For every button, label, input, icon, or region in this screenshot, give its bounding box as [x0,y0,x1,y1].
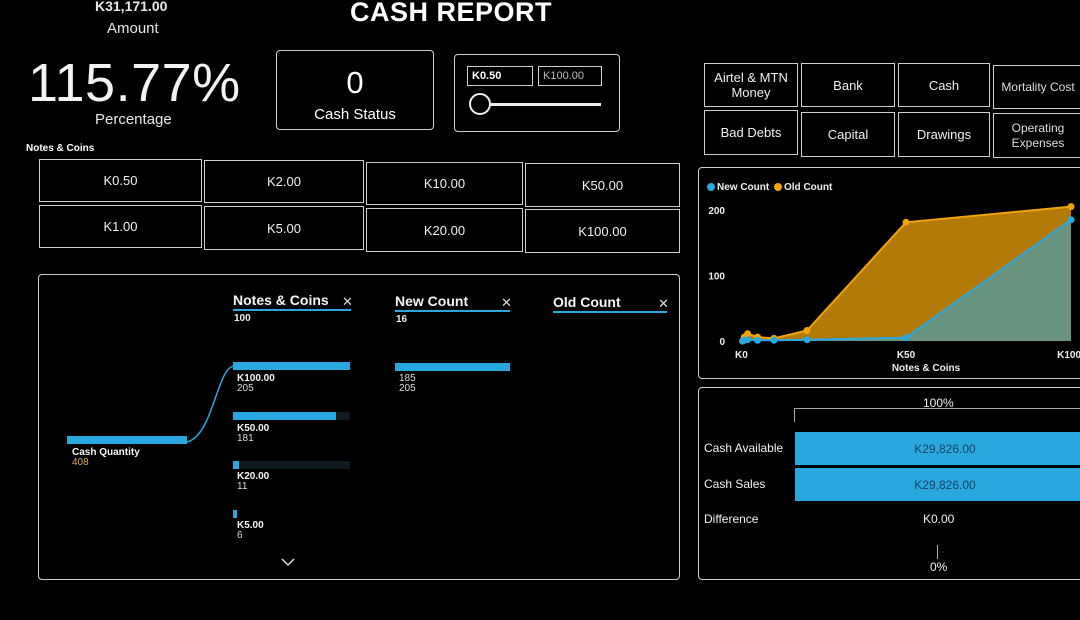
legend-label: Old Count [784,182,833,193]
legend-label: New Count [717,182,770,193]
tree-node-bar [233,461,239,469]
legend-marker [774,183,782,191]
close-icon[interactable]: ✕ [501,295,512,311]
category-button-label: Drawings [916,127,972,142]
denomination-button-k2-00[interactable]: K2.00 [204,160,364,203]
percentage-label: Percentage [95,111,172,128]
category-button-mortality-cost[interactable]: Mortality Cost [993,65,1080,109]
x-axis-label: Notes & Coins [892,363,961,374]
tree-root-bar[interactable] [67,436,187,444]
area-chart: New Count Old Count 0 100 200 K0 K50 K100 Notes … [707,182,1080,374]
data-point [902,334,910,342]
tree-node-bar [233,510,237,518]
category-button-label: Money [731,85,771,100]
area-chart-panel: New Count Old Count 0 100 200 K0 K50 K100 Notes … [698,167,1080,379]
tree-node-bar-track [233,510,350,518]
y-tick-label: 0 [719,337,725,348]
tree-column-sub: 100 [234,313,251,324]
category-button-label: Expenses [1011,135,1065,150]
denomination-button-k1-00[interactable]: K1.00 [39,205,202,248]
decomposition-tree-panel: Notes & Coins ✕ 100 New Count ✕ 16 Old C… [38,274,680,580]
scale-bottom-label: 0% [930,560,948,574]
category-button-label: Mortality Cost [1001,79,1075,94]
scale-tick [937,545,938,559]
category-button-bad-debts[interactable]: Bad Debts [704,110,798,155]
category-button-label: Capital [827,127,869,142]
tree-node-value: 11 [237,481,248,492]
cash-sales-label: Cash Sales [704,477,766,491]
data-point [1067,216,1075,224]
category-button-label: Airtel & MTN [714,70,788,85]
data-point [770,336,778,344]
data-point [803,336,811,344]
range-min-input[interactable]: K0.50 [467,66,533,86]
cash-available-label: Cash Available [704,441,784,455]
denomination-button-k20-00[interactable]: K20.00 [366,208,523,252]
denomination-button-k0-50[interactable]: K0.50 [39,159,202,202]
close-icon[interactable]: ✕ [342,294,353,310]
x-tick-label: K0 [735,350,748,361]
cash-available-bar: K29,826.00 [795,432,1080,465]
tree-connector [186,365,236,443]
page-title: CASH REPORT [350,0,553,27]
tree-node-bar [233,412,336,420]
x-tick-label: K50 [897,350,916,361]
category-button-label: Cash [928,77,960,93]
difference-value: K0.00 [923,512,955,526]
tree-node-bar [233,362,350,370]
notes-coins-section-label: Notes & Coins [26,143,95,154]
chevron-down-icon[interactable] [281,554,295,572]
tree-node-bar-track [233,461,350,469]
category-button-label: Bad Debts [720,125,782,140]
slider-track[interactable] [483,103,601,106]
category-button-label: Bank [833,77,863,93]
scale-tick [794,408,795,422]
tree-node-value: 6 [237,530,243,541]
denomination-button-k50-00[interactable]: K50.00 [525,163,680,207]
cash-status-label: Cash Status [314,106,396,123]
denomination-button-k10-00[interactable]: K10.00 [366,162,523,205]
tree-column-sub: 16 [396,314,408,325]
cash-sales-bar: K29,826.00 [795,468,1080,501]
category-button-cash[interactable]: Cash [898,63,990,107]
tree-column-header-notes-coins[interactable]: Notes & Coins [233,292,351,311]
slider-handle[interactable] [469,93,491,115]
cash-comparison-panel: 100% Cash Available K29,826.00 Cash Sale… [698,387,1080,580]
data-point [902,218,910,226]
category-button-airtel-mtn-money[interactable]: Airtel & MTN Money [704,63,798,107]
difference-label: Difference [704,512,759,526]
tree-root-value: 408 [72,457,89,468]
data-point [803,327,811,334]
denomination-button-k100-00[interactable]: K100.00 [525,209,680,253]
scale-top-label: 100% [923,396,954,410]
tree-column-header-new-count[interactable]: New Count [395,293,510,312]
cash-status-card: 0 Cash Status [276,50,434,130]
data-point [754,336,761,344]
category-button-drawings[interactable]: Drawings [898,112,990,157]
tree-column-header-old-count[interactable]: Old Count [553,294,667,313]
y-tick-label: 100 [708,271,725,282]
x-tick-label: K100 [1057,350,1080,361]
denomination-range-slicer: K0.50 K100.00 [454,54,620,132]
data-point [744,336,752,344]
category-button-capital[interactable]: Capital [801,112,895,157]
denomination-button-k5-00[interactable]: K5.00 [204,206,364,250]
tree-node-total: 205 [399,383,416,394]
y-tick-label: 200 [708,206,725,217]
percentage-value: 115.77% [28,53,241,113]
close-icon[interactable]: ✕ [658,296,669,312]
amount-label: Amount [107,20,159,37]
category-button-operating-expenses[interactable]: Operating Expenses [993,113,1080,158]
data-point [1067,203,1075,211]
tree-node-bar [395,363,510,371]
range-max-input[interactable]: K100.00 [538,66,602,86]
cash-status-value: 0 [346,65,364,100]
legend-marker [707,183,715,191]
category-button-label: Operating [1011,120,1065,135]
tree-node-value: 205 [237,383,254,394]
category-button-bank[interactable]: Bank [801,63,895,107]
tree-node-value: 181 [237,433,254,444]
amount-value: K31,171.00 [95,0,168,14]
